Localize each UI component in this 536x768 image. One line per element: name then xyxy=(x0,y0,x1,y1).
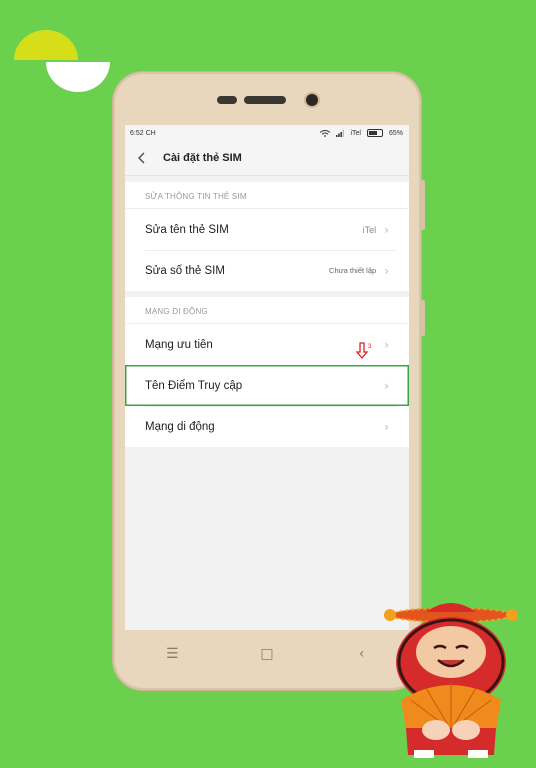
status-bar: 6:52 CH iTel 65% xyxy=(125,125,409,141)
phone-frame: 6:52 CH iTel 65% Cài đặt thẻ SIM SỬA THÔ… xyxy=(113,72,425,690)
chevron-right-icon: › xyxy=(384,419,389,434)
section-header: MẠNG DI ĐỘNG xyxy=(125,297,409,324)
row-label: Sửa số thẻ SIM xyxy=(145,264,225,277)
step-number: 3 xyxy=(368,344,372,350)
status-time: 6:52 CH xyxy=(130,129,156,137)
chevron-right-icon: › xyxy=(384,222,389,237)
battery-percent: 65% xyxy=(388,129,403,137)
chevron-right-icon: › xyxy=(384,378,389,393)
front-camera xyxy=(306,94,318,106)
carrier-name: iTel xyxy=(350,129,361,137)
list-item-access-point-names[interactable]: Tên Điểm Truy cập › xyxy=(125,365,409,406)
row-label: Mạng di động xyxy=(145,420,215,433)
back-arrow-icon[interactable] xyxy=(137,150,151,166)
row-label: Sửa tên thẻ SIM xyxy=(145,223,229,236)
navigation-bar: ☰ □ ‹ xyxy=(125,632,409,676)
title-bar: Cài đặt thẻ SIM xyxy=(125,141,409,176)
chevron-right-icon: › xyxy=(384,337,389,352)
sim-info-section: SỬA THÔNG TIN THẺ SIM Sửa tên thẻ SIM iT… xyxy=(125,182,409,291)
status-indicators: iTel 65% xyxy=(320,129,403,137)
chevron-right-icon: › xyxy=(384,263,389,278)
list-item-edit-sim-name[interactable]: Sửa tên thẻ SIM iTel › xyxy=(125,209,409,250)
row-label: Tên Điểm Truy cập xyxy=(145,379,243,392)
home-icon[interactable]: □ xyxy=(252,646,282,662)
brand-logo-icon xyxy=(14,30,110,92)
page-title: Cài đặt thẻ SIM xyxy=(163,152,242,164)
signal-icon xyxy=(336,129,345,137)
section-header: SỬA THÔNG TIN THẺ SIM xyxy=(125,182,409,209)
mobile-network-section: MẠNG DI ĐỘNG Mạng ưu tiên › Tên Điểm Tru… xyxy=(125,297,409,447)
sensor xyxy=(217,96,237,104)
volume-button xyxy=(421,180,425,230)
phone-screen: 6:52 CH iTel 65% Cài đặt thẻ SIM SỬA THÔ… xyxy=(125,125,409,630)
step-arrow-icon: 3 xyxy=(355,342,372,360)
menu-icon[interactable]: ☰ xyxy=(157,646,187,662)
row-value: iTel xyxy=(362,224,377,235)
power-button xyxy=(421,300,425,336)
wifi-icon xyxy=(320,129,331,137)
list-item-edit-sim-number[interactable]: Sửa số thẻ SIM Chưa thiết lập › xyxy=(125,250,409,291)
back-icon[interactable]: ‹ xyxy=(347,646,377,662)
earpiece-speaker xyxy=(244,96,286,104)
row-value: Chưa thiết lập xyxy=(329,266,377,275)
battery-icon xyxy=(366,129,383,137)
mascot-icon xyxy=(384,603,518,758)
row-label: Mạng ưu tiên xyxy=(145,338,213,351)
list-item-mobile-network[interactable]: Mạng di động › xyxy=(125,406,409,447)
